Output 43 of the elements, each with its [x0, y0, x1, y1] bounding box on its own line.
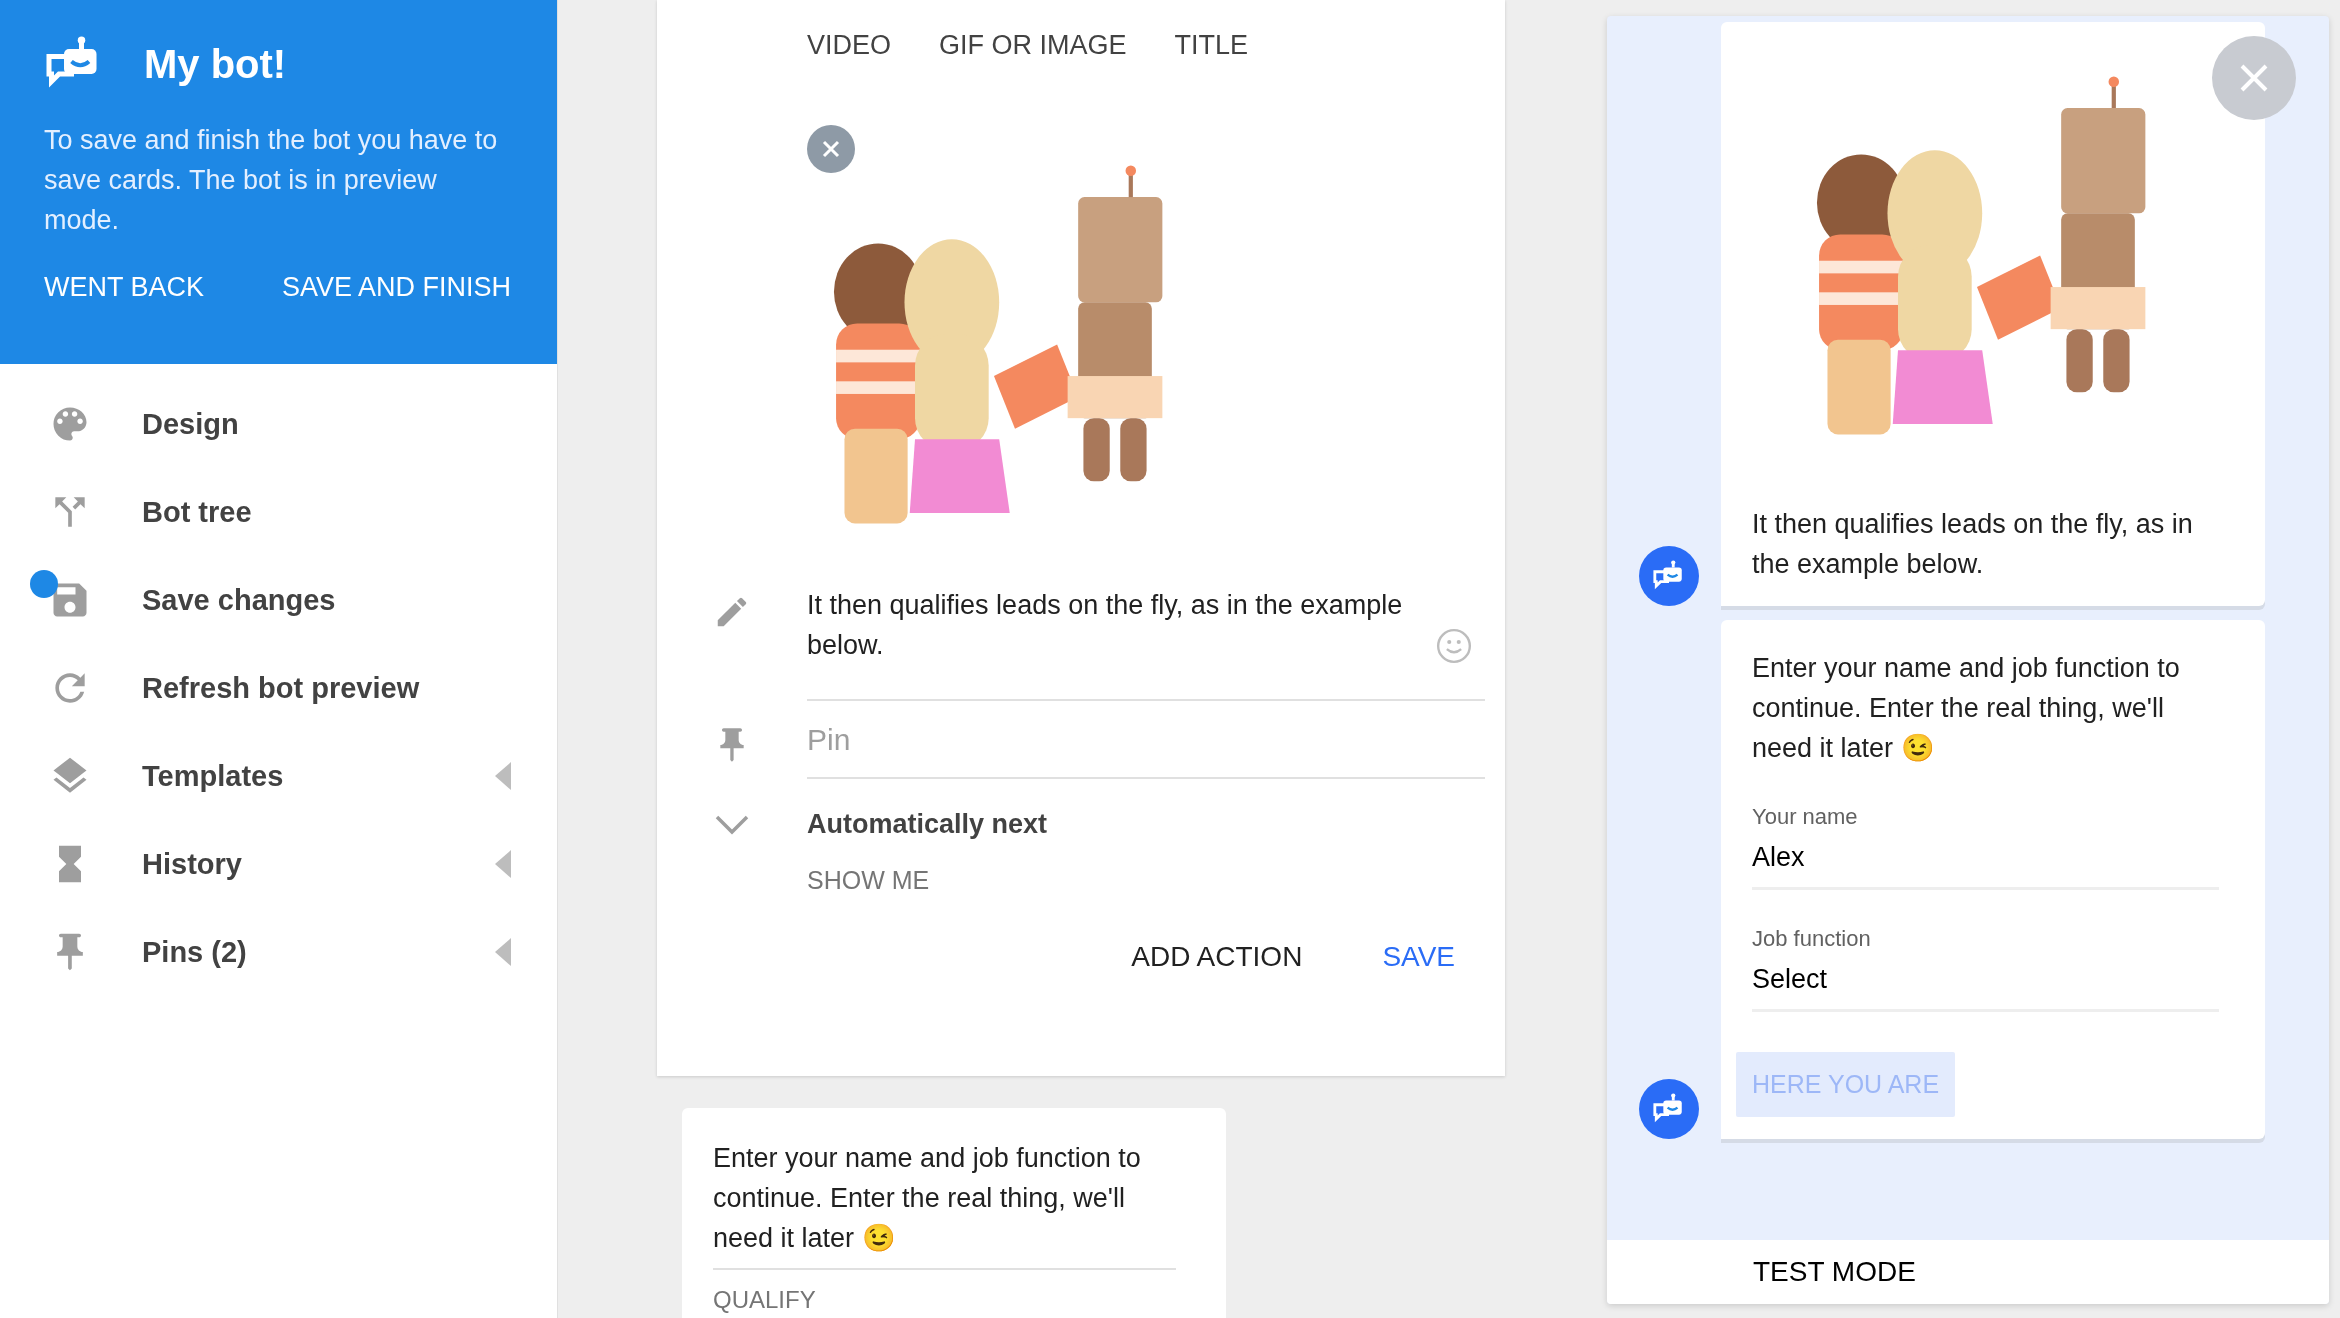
- sidebar-menu-item[interactable]: Design: [0, 380, 557, 468]
- text-field[interactable]: It then qualifies leads on the fly, as in the example below.: [807, 585, 1485, 701]
- field-value: Select: [1752, 964, 1829, 995]
- menu-label: Refresh bot preview: [142, 671, 421, 705]
- chevron-down-icon[interactable]: [715, 815, 749, 835]
- field-value: Alex: [1752, 842, 1806, 873]
- show-me-link[interactable]: SHOW ME: [807, 860, 930, 901]
- close-icon: [2239, 63, 2269, 93]
- field-label: Your name: [1752, 804, 1859, 830]
- remove-image-button[interactable]: [807, 125, 855, 173]
- sidebar-menu-item[interactable]: Refresh bot preview: [0, 644, 557, 732]
- menu-label: History: [142, 847, 243, 881]
- add-content-button[interactable]: GIF OR IMAGE: [939, 24, 1127, 67]
- bot-message-text: Enter your name and job function to continue. Enter the real thing, we'll need it later 😉: [1752, 652, 2181, 765]
- close-icon: [821, 139, 841, 159]
- text-value: It then qualifies leads on the fly, as in the example below.: [807, 589, 1404, 662]
- save-button[interactable]: SAVE: [1382, 935, 1455, 979]
- sidebar-menu-item[interactable]: History: [0, 820, 557, 908]
- emoji-icon[interactable]: [1435, 627, 1473, 665]
- bot-title: My bot!: [144, 41, 287, 87]
- menu-label: Pins (2): [142, 935, 248, 969]
- add-content-button[interactable]: VIDEO: [807, 24, 892, 67]
- sidebar-menu-item[interactable]: Save changes: [0, 556, 557, 644]
- add-content-button[interactable]: TITLE: [1174, 24, 1249, 67]
- menu-label: Templates: [142, 759, 285, 793]
- menu-label: Bot tree: [142, 495, 253, 529]
- form-field[interactable]: Your name Alex: [1752, 804, 2219, 890]
- header-action-button[interactable]: SAVE AND FINISH: [281, 268, 511, 307]
- preview-notice: To save and finish the bot you have to save cards. The bot is in preview mode.: [44, 124, 499, 237]
- add-action-button[interactable]: ADD ACTION: [1131, 935, 1303, 979]
- section-label: QUALIFY: [713, 1286, 817, 1314]
- sidebar-menu-item[interactable]: Pins (2): [0, 908, 557, 996]
- header-action-button[interactable]: WENT BACK: [44, 268, 205, 307]
- field-label: Job function: [1752, 926, 1872, 952]
- next-action-label[interactable]: Automatically next: [807, 779, 1048, 840]
- form-field[interactable]: Job function Select: [1752, 926, 2219, 1012]
- card-message: Enter your name and job function to continue. Enter the real thing, we'll need it later 😉: [713, 1138, 1176, 1270]
- test-mode-label: TEST MODE: [1607, 1240, 2329, 1304]
- menu-label: Design: [142, 407, 240, 441]
- menu-label: Save changes: [142, 583, 337, 617]
- sidebar-menu-item[interactable]: Templates: [0, 732, 557, 820]
- bot-message-text: It then qualifies leads on the fly, as in the example below.: [1752, 508, 2194, 581]
- sidebar-menu-item[interactable]: Bot tree: [0, 468, 557, 556]
